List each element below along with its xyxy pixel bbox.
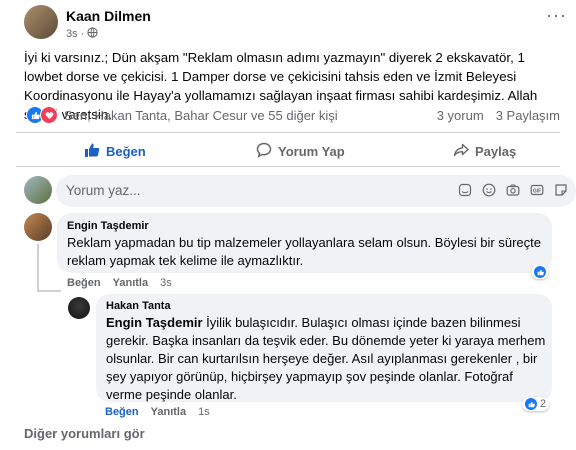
reply-reaction-count: 2 <box>540 398 547 410</box>
reply-actions: Beğen Yanıtla 1s <box>105 406 210 418</box>
divider <box>16 166 560 167</box>
current-user-avatar[interactable] <box>24 176 52 204</box>
share-label: Paylaş <box>475 144 517 159</box>
comment-reaction-badge[interactable] <box>531 265 549 279</box>
post-options-button[interactable]: ··· <box>546 6 567 24</box>
share-icon <box>453 142 469 161</box>
like-button[interactable]: Beğen <box>84 142 146 161</box>
comment-author[interactable]: Engin Taşdemir <box>67 220 149 232</box>
thread-line <box>37 290 61 292</box>
replier-avatar[interactable] <box>68 297 90 319</box>
reply-text: Engin Taşdemir İyilik bulaşıcıdır. Bulaş… <box>106 314 546 404</box>
like-label: Beğen <box>106 144 146 159</box>
reply-like-button[interactable]: Beğen <box>105 406 139 418</box>
camera-icon[interactable] <box>506 183 520 197</box>
reply-author[interactable]: Hakan Tanta <box>106 300 171 312</box>
reactions-text: Sen, Hakan Tanta, Bahar Cesur ve 55 diğe… <box>64 107 338 123</box>
post-counts: 3 yorum 3 Paylaşım <box>437 108 560 123</box>
divider <box>16 132 560 133</box>
love-reaction-icon <box>40 106 58 124</box>
comment-icon <box>256 142 272 161</box>
like-reaction-icon <box>525 398 537 410</box>
mention-link[interactable]: Engin Taşdemir <box>106 315 203 330</box>
post-time[interactable]: 3s <box>66 28 78 40</box>
comment-text: Reklam yapmadan bu tip malzemeler yollay… <box>67 235 541 268</box>
globe-icon <box>87 27 98 41</box>
reply-time[interactable]: 1s <box>198 406 210 418</box>
thread-line <box>37 244 39 292</box>
comment-reply-button[interactable]: Yanıtla <box>113 277 148 289</box>
thumbs-up-icon <box>84 142 100 161</box>
commenter-avatar[interactable] <box>24 213 52 241</box>
post-author-name[interactable]: Kaan Dilmen <box>66 8 151 24</box>
comment-bubble: Engin Taşdemir Reklam yapmadan bu tip ma… <box>57 213 552 273</box>
comment-tools: GIF <box>458 183 568 197</box>
comment-label: Yorum Yap <box>278 144 345 159</box>
share-button[interactable]: Paylaş <box>453 142 516 161</box>
sticker-smile-icon[interactable] <box>554 183 568 197</box>
emoji-icon[interactable] <box>482 183 496 197</box>
reply-reaction-badge[interactable]: 2 <box>522 397 550 411</box>
author-avatar[interactable] <box>24 5 58 39</box>
gif-icon[interactable]: GIF <box>530 183 544 197</box>
comment-button[interactable]: Yorum Yap <box>256 142 345 161</box>
comment-like-button[interactable]: Beğen <box>67 277 101 289</box>
reply-reply-button[interactable]: Yanıtla <box>151 406 186 418</box>
comment-actions: Beğen Yanıtla 3s <box>67 277 172 289</box>
reply-bubble: Hakan Tanta Engin Taşdemir İyilik bulaşı… <box>96 294 552 402</box>
comment-input-placeholder: Yorum yaz... <box>66 183 141 198</box>
comments-count[interactable]: 3 yorum <box>437 108 484 123</box>
svg-text:GIF: GIF <box>533 188 541 194</box>
post-meta: 3s · <box>66 27 98 41</box>
sticker-icon[interactable] <box>458 183 472 197</box>
view-more-comments-link[interactable]: Diğer yorumları gör <box>24 426 145 441</box>
shares-count[interactable]: 3 Paylaşım <box>496 108 560 123</box>
reactions-summary[interactable]: Sen, Hakan Tanta, Bahar Cesur ve 55 diğe… <box>26 106 338 124</box>
like-reaction-icon <box>534 266 546 278</box>
comment-time[interactable]: 3s <box>160 277 172 289</box>
